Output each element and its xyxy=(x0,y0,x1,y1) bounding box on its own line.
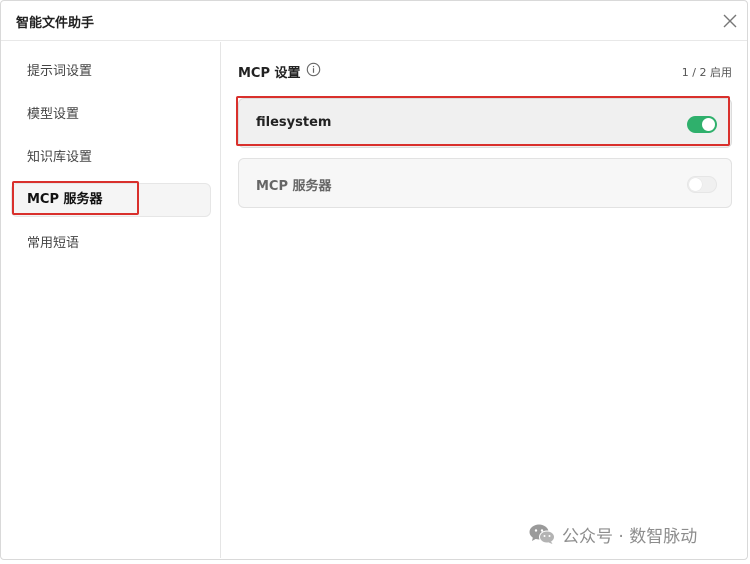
close-button[interactable] xyxy=(719,10,741,32)
settings-dialog: 智能文件助手 提示词设置 模型设置 知识库设置 MCP 服务器 常用短语 MCP… xyxy=(0,0,748,560)
sidebar-item-label: 提示词设置 xyxy=(27,64,93,79)
server-name: MCP 服务器 xyxy=(256,179,332,194)
server-toggle[interactable] xyxy=(687,116,717,133)
wechat-icon xyxy=(529,524,555,544)
title-bar: 智能文件助手 xyxy=(1,1,747,41)
window-title: 智能文件助手 xyxy=(16,16,95,31)
toggle-knob xyxy=(702,118,715,131)
sidebar: 提示词设置 模型设置 知识库设置 MCP 服务器 常用短语 xyxy=(1,42,221,558)
sidebar-item-prompt-settings[interactable]: 提示词设置 xyxy=(11,55,211,89)
sidebar-item-label: 常用短语 xyxy=(27,236,80,251)
close-icon xyxy=(723,14,737,28)
watermark: 公众号 · 数智脉动 xyxy=(528,522,698,547)
sidebar-item-label: 模型设置 xyxy=(27,107,80,122)
server-name: filesystem xyxy=(256,115,332,130)
section-title: MCP 设置 xyxy=(238,66,301,81)
enabled-count: 1 / 2 启用 xyxy=(681,66,732,79)
toggle-knob xyxy=(689,178,702,191)
sidebar-item-model-settings[interactable]: 模型设置 xyxy=(11,98,211,132)
watermark-text: 公众号 · 数智脉动 xyxy=(562,526,698,547)
server-toggle[interactable] xyxy=(687,176,717,193)
sidebar-item-label: MCP 服务器 xyxy=(27,192,103,207)
sidebar-item-knowledge-base-settings[interactable]: 知识库设置 xyxy=(11,141,211,175)
server-card-mcp[interactable]: MCP 服务器 xyxy=(238,158,732,208)
sidebar-item-label: 知识库设置 xyxy=(27,150,93,165)
info-icon[interactable] xyxy=(306,62,321,77)
sidebar-item-common-phrases[interactable]: 常用短语 xyxy=(11,227,211,261)
server-card-filesystem[interactable]: filesystem xyxy=(238,98,732,148)
sidebar-item-mcp-servers[interactable]: MCP 服务器 xyxy=(11,183,211,217)
main-panel: MCP 设置 1 / 2 启用 filesystem MCP 服务器 xyxy=(222,42,747,558)
